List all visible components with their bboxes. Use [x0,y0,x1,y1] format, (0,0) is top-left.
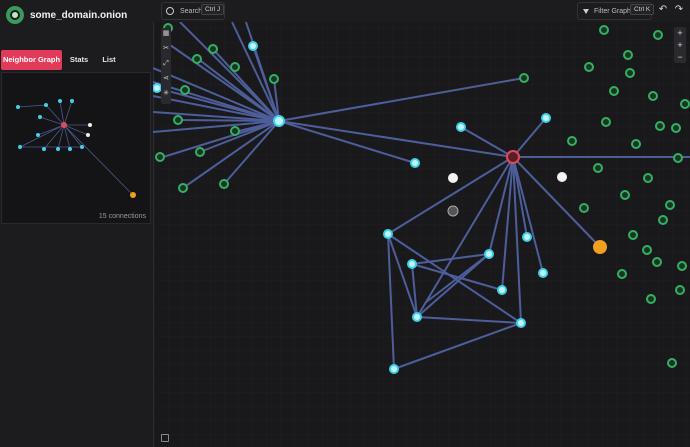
graph-toolbar: ▦ ✂ ⤢ ⋖ ✳ [161,28,171,104]
app-title: some_domain.onion [30,10,128,21]
share-icon[interactable]: ⋖ [161,73,171,85]
white-node[interactable] [448,173,458,183]
cut-icon[interactable]: ✂ [161,43,171,55]
zoom-in-icon[interactable]: + [674,39,686,51]
onion-logo-icon [6,6,24,24]
filter-icon [583,8,589,14]
search-shortcut: Ctrl J [201,4,225,15]
sidebar: some_domain.onion Neighbor Graph Stats L… [0,0,154,447]
tab-stats[interactable]: Stats [64,50,94,70]
neighbor-graph-canvas[interactable] [153,22,690,447]
minimap-graph [16,99,136,198]
settings-icon[interactable]: ✳ [161,88,171,100]
redo-icon[interactable]: ↷ [673,4,685,16]
expand-icon[interactable]: ⤢ [161,58,171,70]
undo-icon[interactable]: ↶ [657,4,669,16]
search-icon [166,7,174,15]
zoom-out-icon[interactable]: − [674,51,686,63]
filter-label: Filter Graph [594,7,631,15]
orange-node[interactable] [593,240,607,254]
select-icon[interactable]: ▦ [161,28,171,40]
zoom-in-icon[interactable]: + [674,27,686,39]
brand-header: some_domain.onion [0,0,153,34]
search-label: Search [180,7,203,15]
collapse-sidebar-icon[interactable] [161,434,169,442]
minimap-panel[interactable]: 15 connections [1,72,151,224]
tab-list[interactable]: List [96,50,122,70]
center-node[interactable] [506,150,520,164]
sidebar-tabs: Neighbor Graph Stats List [0,50,153,72]
zoom-controls: + + − [674,27,686,63]
grey-node[interactable] [447,205,459,217]
white-node[interactable] [557,172,567,182]
filter-shortcut: Ctrl K [630,4,655,15]
tab-neighbor-graph[interactable]: Neighbor Graph [1,50,62,70]
topbar: Search Ctrl J Filter Graph Ctrl K ↶ ↷ [153,0,690,22]
connections-count: 15 connections [98,213,146,220]
